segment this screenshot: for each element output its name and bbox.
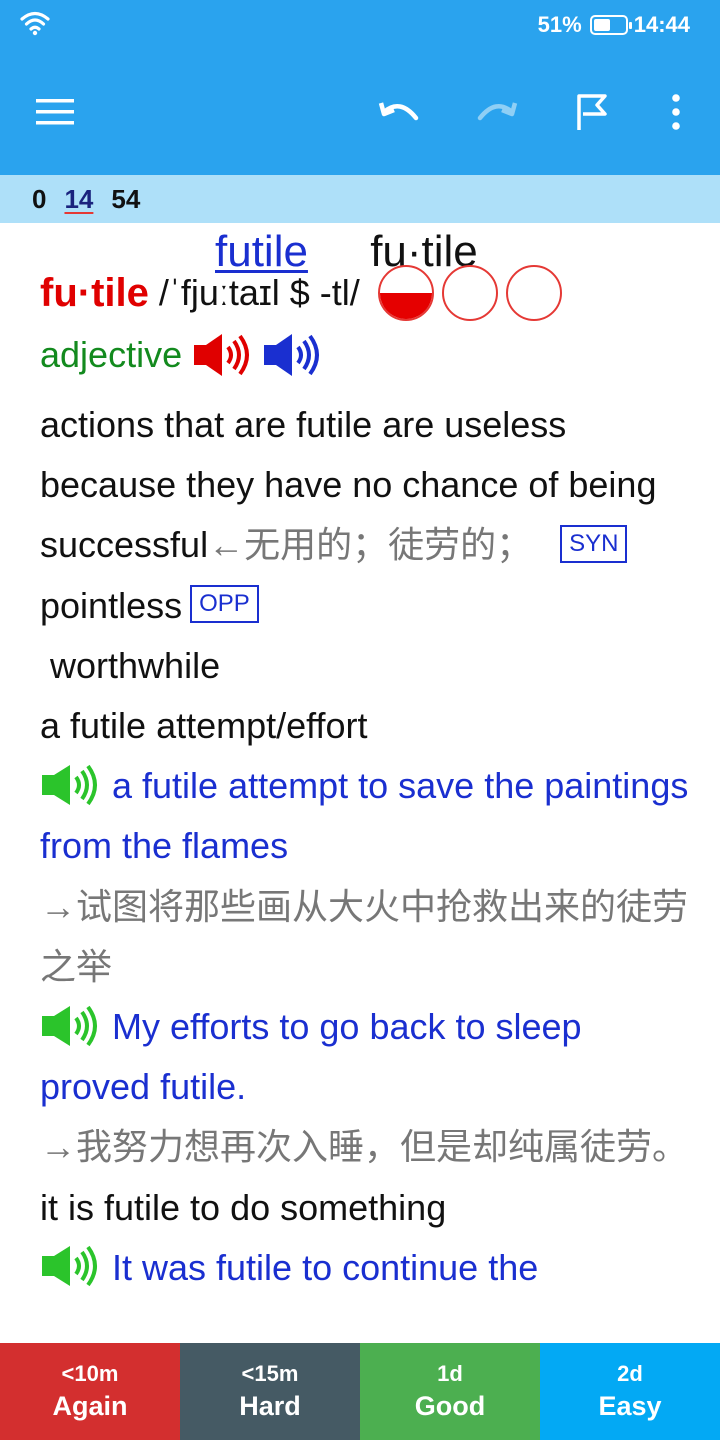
card-content[interactable]: futile fu·tile fu·tile /ˈfjuːtaɪl $ -tl/… [40,225,690,1343]
antonym[interactable]: worthwhile [50,645,220,686]
again-label: Again [52,1391,128,1421]
menu-icon[interactable] [30,88,82,136]
hard-interval: <15m [241,1361,299,1386]
new-count: 0 [32,183,47,214]
card-counts-bar: 0 14 54 [0,175,720,223]
good-button[interactable]: 1d Good [360,1343,540,1440]
headword-line: fu·tile /ˈfjuːtaɪl $ -tl/ [40,265,570,321]
status-right: 51% 14:44 [538,10,690,40]
learn-count: 14 [64,183,94,214]
american-audio-speaker-icon[interactable] [262,331,324,379]
part-of-speech: adjective [40,334,183,375]
battery-percent: 51% [537,12,582,37]
frequency-circle-icon [441,265,498,321]
frequency-circles [377,265,570,321]
syn-tag: SYN [560,524,628,563]
definition-translation: ←无用的；徒劳的； [208,524,533,566]
synonym[interactable]: pointless [40,585,182,626]
pattern: a futile attempt/effort [40,705,368,747]
status-bar: 51% 14:44 [0,0,720,50]
opp-tag: OPP [190,585,259,624]
example-translation: →我努力想再次入睡，但是却纯属徒劳。 [40,1126,689,1168]
good-label: Good [414,1391,486,1421]
good-interval: 1d [437,1361,463,1386]
hard-label: Hard [239,1391,301,1421]
headword: fu·tile [40,270,149,315]
frequency-circle-icon [505,265,562,321]
easy-interval: 2d [617,1361,643,1386]
wifi-icon [20,11,50,36]
flag-icon[interactable] [570,88,616,136]
review-count: 54 [111,183,141,214]
british-audio-speaker-icon[interactable] [192,331,254,379]
more-vertical-icon[interactable] [662,88,690,136]
definition-body: actions that are futile are useless beca… [40,395,690,1298]
again-interval: <10m [61,1361,119,1386]
frequency-circle-icon [377,265,434,321]
again-button[interactable]: <10m Again [0,1343,180,1440]
pattern: it is futile to do something [40,1186,447,1228]
hard-button[interactable]: <15m Hard [180,1343,360,1440]
toolbar [0,50,720,175]
example-sentence: It was futile to continue the [112,1246,539,1288]
battery-icon [589,15,632,35]
easy-button[interactable]: 2d Easy [540,1343,720,1440]
example-audio-speaker-icon[interactable] [40,763,102,807]
part-of-speech-line: adjective [40,329,332,381]
easy-label: Easy [598,1391,662,1421]
example-sentence: a futile attempt to save the paintings f… [40,765,689,867]
example-audio-speaker-icon[interactable] [40,1004,102,1048]
example-audio-speaker-icon[interactable] [40,1244,102,1288]
pronunciation: /ˈfjuːtaɪl $ -tl/ [158,272,360,313]
undo-icon[interactable] [374,88,426,136]
example-translation: →试图将那些画从大火中抢救出来的徒劳之举 [40,885,689,987]
example-sentence: My efforts to go back to sleep proved fu… [40,1006,582,1108]
clock: 14:44 [633,12,690,37]
redo-icon[interactable] [470,88,522,136]
answer-buttons: <10m Again <15m Hard 1d Good 2d Easy [0,1343,720,1440]
